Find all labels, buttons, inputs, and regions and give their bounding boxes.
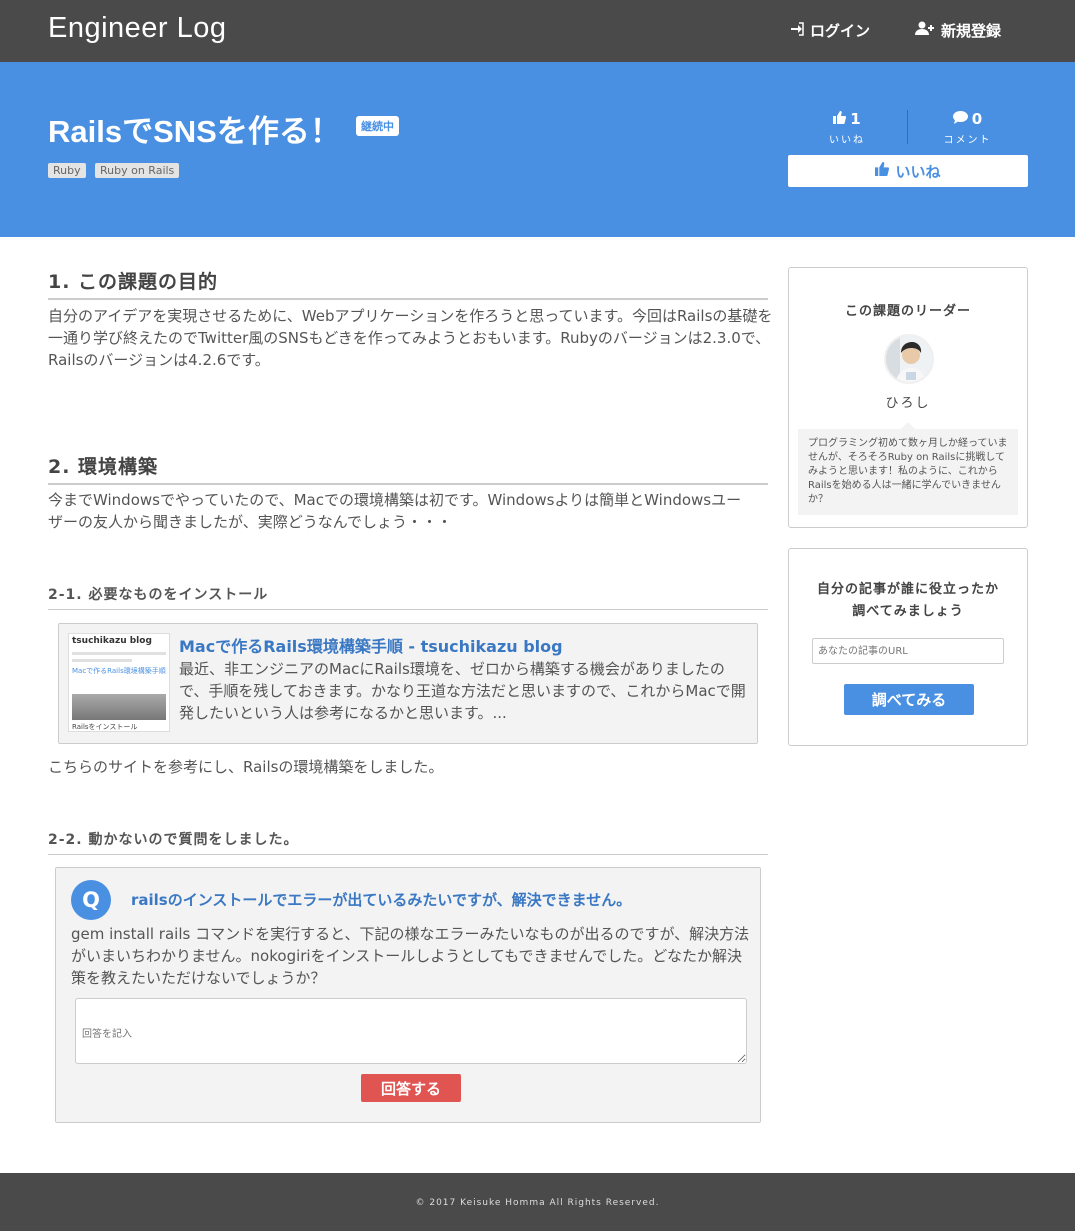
leader-bio: プログラミング初めて数ヶ月しか経っていませんが、そろそろRuby on Rail… — [798, 422, 1018, 515]
question-badge: Q — [71, 880, 111, 920]
question-card: Q railsのインストールでエラーが出ているみたいですが、解決できません。 g… — [55, 867, 761, 1123]
status-badge: 継続中 — [356, 116, 399, 136]
subsection-heading-install: 2-1. 必要なものをインストール — [48, 584, 768, 610]
link-card-thumbnail: tsuchikazu blog Macで作るRails環境構築手順 Railsを… — [68, 633, 170, 732]
user-plus-icon — [915, 21, 935, 40]
like-button[interactable]: いいね — [788, 155, 1028, 187]
footer: © 2017 Keisuke Homma All Rights Reserved… — [0, 1173, 1075, 1231]
tag-ruby[interactable]: Ruby — [48, 163, 86, 178]
comments-stat: 0 コメント — [907, 110, 1027, 146]
avatar[interactable] — [884, 334, 934, 384]
sign-in-icon — [790, 21, 804, 40]
section-body-purpose: 自分のアイデアを実現させるために、Webアプリケーションを作ろうと思っています。… — [48, 307, 773, 369]
subsection-heading-question: 2-2. 動かないので質問をしました。 — [48, 829, 768, 855]
tag-ruby-on-rails[interactable]: Ruby on Rails — [95, 163, 180, 178]
login-link[interactable]: ログイン — [790, 20, 870, 41]
thumbnail-footer: Railsをインストール — [72, 723, 138, 731]
article-url-input[interactable] — [812, 638, 1004, 664]
impact-heading-line1: 自分の記事が誰に役立ったか — [816, 582, 999, 597]
article-title: RailsでSNSを作る！ — [48, 114, 341, 149]
comments-label: コメント — [943, 135, 992, 146]
thumbnail-caption: Macで作るRails環境構築手順 — [72, 667, 166, 675]
check-button[interactable]: 調べてみる — [844, 684, 974, 715]
reference-note: こちらのサイトを参考にし、Railsの環境構築をしました。 — [48, 758, 444, 776]
article-hero: RailsでSNSを作る！ 継続中 Ruby Ruby on Rails 1 い… — [0, 62, 1075, 237]
leader-panel: この課題のリーダー ひろし プログラミング初めて数ヶ月しか経っていませんが、そろ… — [788, 267, 1028, 528]
login-label: ログイン — [810, 22, 871, 40]
impact-heading: 自分の記事が誰に役立ったか 調べてみましょう — [789, 579, 1027, 623]
leader-heading: この課題のリーダー — [844, 304, 971, 319]
site-logo[interactable]: Engineer Log — [48, 12, 227, 45]
answer-button[interactable]: 回答する — [361, 1074, 461, 1102]
thumbnail-site-name: tsuchikazu blog — [72, 636, 152, 646]
like-button-label: いいね — [895, 162, 941, 181]
likes-count: 1 — [850, 110, 861, 128]
comment-icon — [952, 110, 968, 128]
signup-link[interactable]: 新規登録 — [915, 20, 1001, 41]
answer-input[interactable] — [75, 998, 747, 1064]
likes-stat: 1 いいね — [787, 110, 907, 146]
link-card[interactable]: tsuchikazu blog Macで作るRails環境構築手順 Railsを… — [58, 623, 758, 744]
copyright: © 2017 Keisuke Homma All Rights Reserved… — [415, 1198, 660, 1208]
signup-label: 新規登録 — [941, 22, 1002, 40]
article-impact-panel: 自分の記事が誰に役立ったか 調べてみましょう 調べてみる — [788, 548, 1028, 746]
question-title[interactable]: railsのインストールでエラーが出ているみたいですが、解決できません。 — [131, 889, 631, 910]
leader-name[interactable]: ひろし — [789, 392, 1027, 411]
impact-heading-line2: 調べてみましょう — [852, 604, 964, 619]
thumbs-up-icon — [833, 110, 847, 128]
thumbs-up-icon — [875, 162, 890, 180]
question-body: gem install rails コマンドを実行すると、下記の様なエラーみたい… — [71, 925, 750, 987]
section-heading-environment: 2. 環境構築 — [48, 452, 768, 485]
section-body-environment: 今までWindowsでやっていたので、Macでの環境構築は初です。Windows… — [48, 491, 742, 531]
link-card-description: 最近、非エンジニアのMacにRails環境を、ゼロから構築する機会がありましたの… — [179, 660, 746, 722]
top-navbar: Engineer Log ログイン 新規登録 — [0, 0, 1075, 62]
comments-count: 0 — [971, 110, 983, 128]
link-card-title[interactable]: Macで作るRails環境構築手順 - tsuchikazu blog — [179, 633, 563, 657]
section-heading-purpose: 1. この課題の目的 — [48, 267, 768, 300]
thumbnail-image — [72, 694, 166, 720]
likes-label: いいね — [829, 135, 865, 146]
